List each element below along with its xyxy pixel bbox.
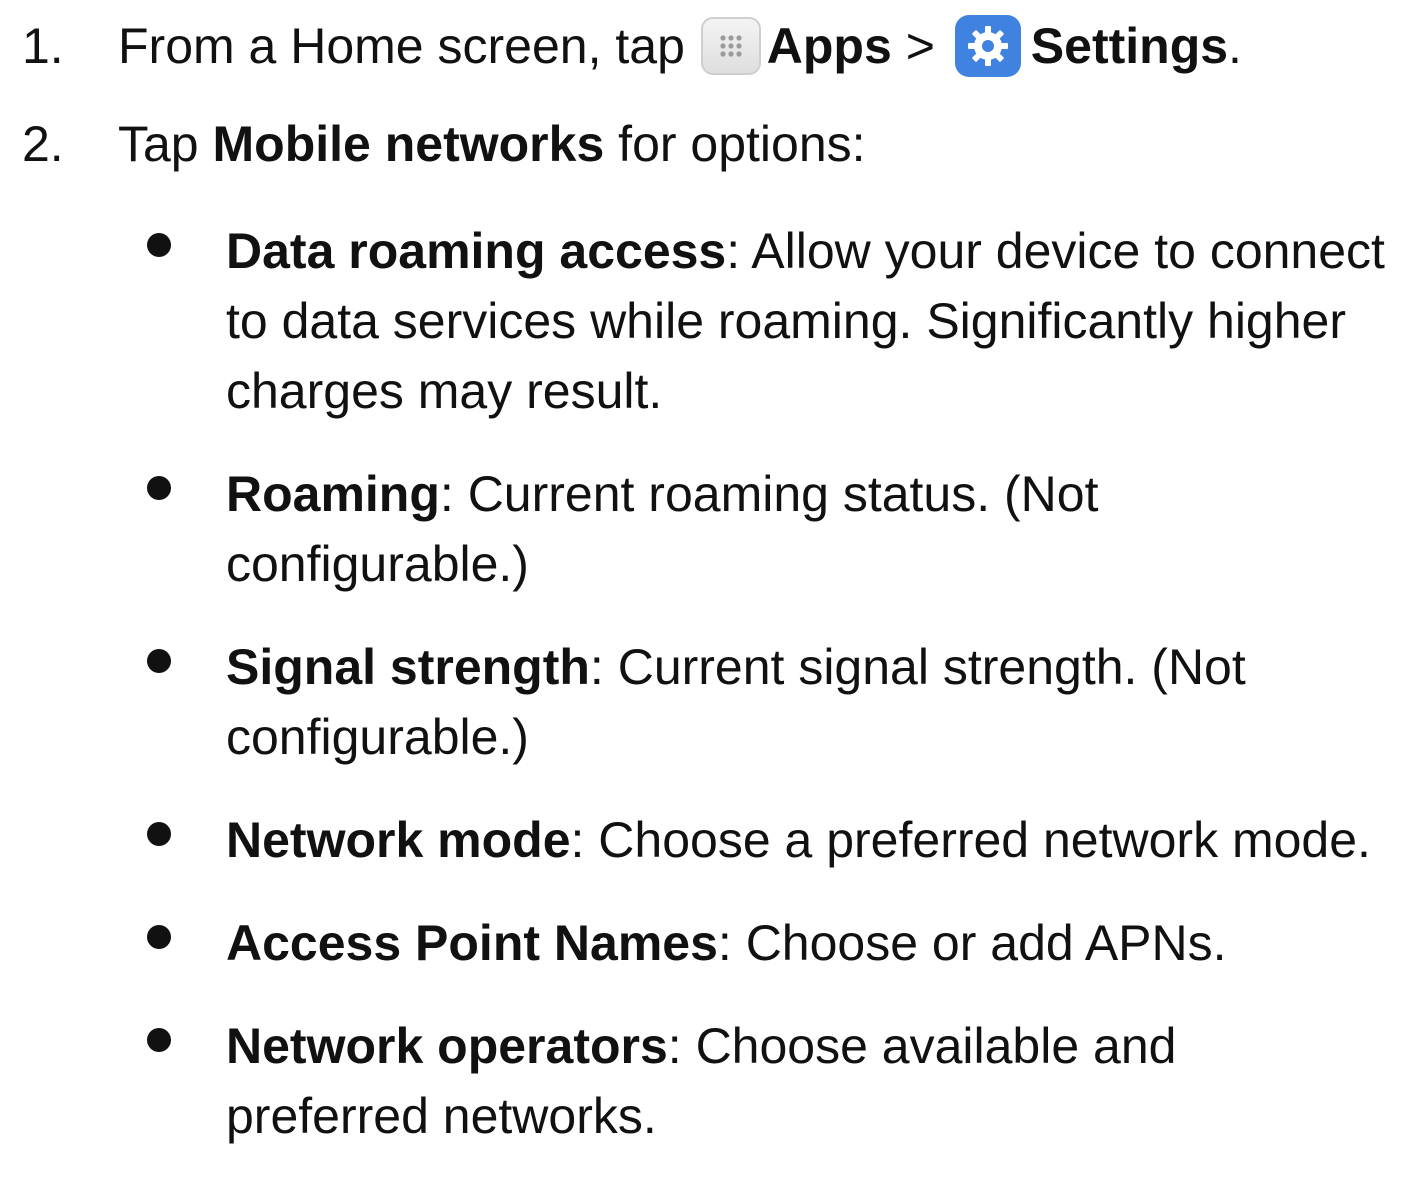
list-item: Network mode: Choose a preferred network… [0,805,1401,875]
option-term: Signal strength [226,639,590,695]
step-number: 2. [22,116,64,172]
bullet-icon [147,822,171,846]
option-term: Roaming [226,466,440,522]
settings-gear-icon [954,14,1021,77]
bullet-icon [147,476,171,500]
apps-grid-icon [700,16,761,75]
path-separator: > [905,18,935,74]
option-term: Network operators [226,1018,668,1074]
mobile-networks-label: Mobile networks [212,116,605,172]
step-number: 1. [22,18,64,74]
bullet-icon [147,1028,171,1052]
bullet-icon [147,233,171,257]
list-item: Signal strength: Current signal strength… [0,632,1401,772]
option-term: Access Point Names [226,915,718,971]
step-end: . [1228,18,1242,74]
option-text: Roaming: Current roaming status. (Not co… [226,459,1126,599]
option-description: : Choose or add APNs. [717,915,1227,971]
option-text: Network operators: Choose available and … [226,1011,1336,1151]
option-term: Network mode [226,812,571,868]
step-instruction: From a Home screen, tap [118,18,685,74]
step-instruction: Tap [118,116,199,172]
step-text: Tap Mobile networks for options: [118,114,866,174]
option-text: Signal strength: Current signal strength… [226,632,1306,772]
option-text: Access Point Names: Choose or add APNs. [226,908,1386,978]
options-list: Data roaming access: Allow your device t… [0,216,1401,1184]
list-item: Data roaming access: Allow your device t… [0,216,1401,426]
option-description: : Choose a preferred network mode. [570,812,1371,868]
option-term: Data roaming access [226,223,727,279]
list-item: Access Point Names: Choose or add APNs. [0,908,1401,978]
option-text: Network mode: Choose a preferred network… [226,805,1386,875]
step-instruction-end: for options: [618,116,866,172]
option-text: Data roaming access: Allow your device t… [226,216,1386,426]
list-item: Network operators: Choose available and … [0,1011,1401,1151]
bullet-icon [147,649,171,673]
instruction-page: 1. From a Home screen, tap Apps > Settin… [0,0,1401,1200]
settings-label: Settings [1030,18,1229,74]
apps-label: Apps [766,18,892,74]
bullet-icon [147,925,171,949]
step-text: From a Home screen, tap Apps > Settings. [118,14,1242,81]
list-item: Roaming: Current roaming status. (Not co… [0,459,1401,599]
